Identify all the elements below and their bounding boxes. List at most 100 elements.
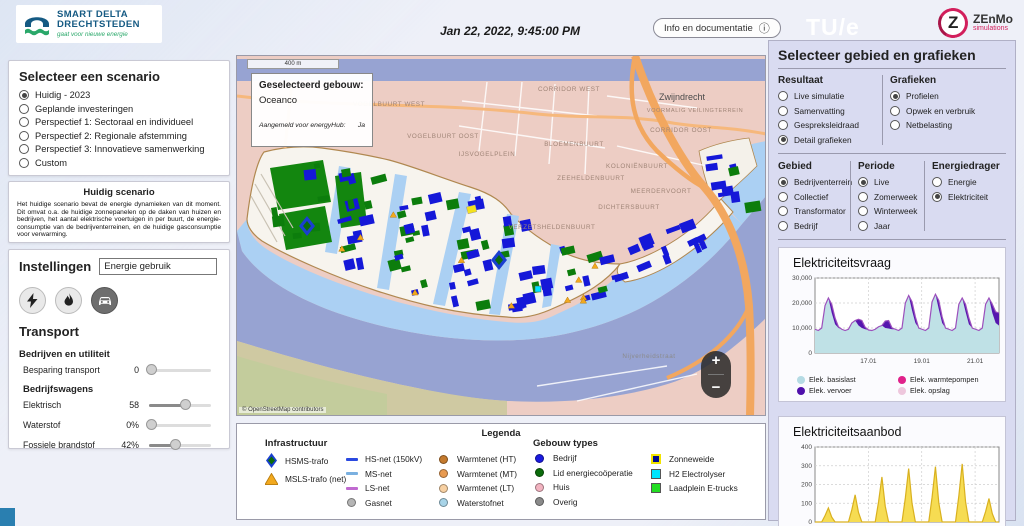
radio-bedrijf[interactable]: Bedrijf [778, 220, 844, 231]
zoom-in-button[interactable]: + [712, 353, 721, 368]
radio-label: Opwek en verbruik [906, 105, 976, 116]
radio-custom[interactable]: Custom [19, 157, 219, 168]
legend-dot-icon [797, 375, 805, 384]
radio-live[interactable]: Live [858, 177, 918, 187]
map-container[interactable]: CORRIDOR WEST CORRIDOR OOST BLOEMENBUURT… [236, 55, 766, 416]
legend-item-bedrijf: Bedrijf [533, 453, 633, 463]
map-zoom-control[interactable]: + − [701, 351, 731, 398]
radio-label: Perspectief 1: Sectoraal en individueel [35, 117, 194, 127]
radio-opwek-en-verbruik[interactable]: Opwek en verbruik [890, 105, 976, 116]
radio-icon [778, 191, 788, 202]
zenmo-name: ZEnMo [973, 12, 1013, 26]
slider-label: Elektrisch [23, 400, 62, 410]
popup-meta-value: Ja [357, 122, 365, 129]
svg-text:19.01: 19.01 [914, 358, 931, 365]
legend-item-h2-electrolyser: H2 Electrolyser [649, 468, 738, 479]
slider-value: 58 [129, 400, 139, 410]
waterstof-slider[interactable] [146, 419, 211, 431]
radio-label: Gespreksleidraad [794, 120, 860, 130]
svg-text:20,000: 20,000 [792, 300, 812, 307]
radio-perspectief-2-regionale-afstemming[interactable]: Perspectief 2: Regionale afstemming [19, 130, 219, 141]
transport-group2-label: Bedrijfswagens [23, 384, 94, 395]
slider-value: 0% [126, 420, 139, 430]
legend-item-waterstofnet: Waterstofnet [437, 498, 517, 508]
radio-label: Netbelasting [906, 120, 953, 130]
radio-detail-grafieken[interactable]: Detail grafieken [778, 134, 876, 145]
svg-text:100: 100 [801, 500, 812, 507]
radio-elektriciteit[interactable]: Elektriciteit [932, 191, 1000, 202]
periode-title: Periode [858, 161, 895, 172]
radio-label: Zomerweek [874, 191, 918, 202]
slider-thumb[interactable] [146, 364, 158, 375]
corner-decoration [0, 508, 15, 526]
radio-huidig-2023[interactable]: Huidig - 2023 [19, 90, 219, 100]
radio-gespreksleidraad[interactable]: Gespreksleidraad [778, 120, 876, 130]
circle-icon [437, 483, 450, 493]
slider-label: Waterstof [23, 420, 61, 430]
zoom-out-button[interactable]: − [712, 380, 721, 395]
svg-text:400: 400 [801, 444, 812, 451]
transport-group1-label: Bedrijven en utiliteit [19, 349, 110, 360]
circle-icon [533, 453, 546, 463]
radio-live-simulatie[interactable]: Live simulatie [778, 91, 876, 101]
square-icon [649, 468, 662, 479]
svg-text:300: 300 [801, 463, 812, 470]
radio-winterweek[interactable]: Winterweek [858, 206, 918, 216]
legend-label: Elek. basislast [809, 375, 856, 384]
transport-title: Transport [19, 324, 79, 339]
aanbod-chart-title: Elektriciteitsaanbod [793, 425, 902, 439]
dash-icon [345, 457, 358, 461]
slider-thumb[interactable] [170, 439, 182, 450]
popup-meta-label: Aangemeld voor energyHub: [259, 122, 346, 129]
radio-jaar[interactable]: Jaar [858, 220, 918, 231]
gebied-options: Bedrijventerrein Collectief Transformator B… [778, 177, 852, 231]
radio-energie[interactable]: Energie [932, 177, 1000, 187]
instellingen-input[interactable] [99, 258, 218, 275]
info-documentation-button[interactable]: Info en documentatie ⓘ [653, 18, 781, 38]
chart-legend-elek-vervoer: Elek. vervoer [797, 386, 898, 395]
radio-geplande-investeringen[interactable]: Geplande investeringen [19, 103, 219, 114]
map-label: BLOEMENBUURT [544, 141, 604, 148]
radio-collectief[interactable]: Collectief [778, 191, 844, 202]
legend-markers: HSMS-trafo MSLS-trafo (net) [265, 453, 346, 485]
legend-item-label: HS-net (150kV) [365, 454, 423, 464]
radio-profielen[interactable]: Profielen [890, 91, 975, 101]
radio-label: Live [874, 177, 890, 187]
radio-transformator[interactable]: Transformator [778, 206, 846, 216]
radio-perspectief-3-innovatieve-samenwerking[interactable]: Perspectief 3: Innovatieve samenwerking [19, 144, 219, 154]
vraag-chart-title: Elektriciteitsvraag [793, 256, 891, 270]
radio-samenvatting[interactable]: Samenvatting [778, 105, 876, 116]
heat-tab-button[interactable] [55, 287, 82, 314]
map-label: IJSVOGELPLEIN [459, 151, 516, 158]
chart-legend-elek-basislast: Elek. basislast [797, 375, 898, 384]
radio-label: Samenvatting [794, 105, 845, 116]
radio-label: Bedrijf [794, 220, 818, 231]
radio-icon [890, 120, 900, 130]
radio-perspectief-1-sectoraal-en-individueel[interactable]: Perspectief 1: Sectoraal en individueel [19, 117, 219, 127]
besparing-slider[interactable] [146, 364, 211, 376]
map-attribution[interactable]: © OpenStreetMap contributors [239, 407, 327, 413]
square-icon [649, 454, 662, 464]
legend-label: Elek. vervoer [809, 386, 852, 395]
elektrisch-slider[interactable] [149, 399, 211, 411]
legend-item-label: Warmtenet (MT) [457, 468, 518, 479]
chart-legend-elek-opslag: Elek. opslag [898, 386, 999, 395]
simulation-datetime: Jan 22, 2022, 9:45:00 PM [439, 24, 581, 38]
radio-label: Collectief [794, 191, 829, 202]
fossiel-slider[interactable] [149, 439, 211, 451]
slider-thumb[interactable] [146, 419, 158, 430]
slider-thumb[interactable] [179, 399, 191, 410]
radio-netbelasting[interactable]: Netbelasting [890, 120, 975, 130]
legend-nets: HS-net (150kV) MS-net LS-net Gasnet [345, 454, 422, 508]
slider-label: Besparing transport [23, 365, 100, 375]
transport-tab-button[interactable] [91, 287, 118, 314]
app-logo: SMART DELTA DRECHTSTEDEN gaat voor nieuw… [16, 5, 162, 43]
radio-bedrijventerrein[interactable]: Bedrijventerrein [778, 177, 852, 187]
legend-item-overig: Overig [533, 497, 633, 507]
legend-dot-icon [898, 386, 906, 395]
map-label: DICHTERSBUURT [598, 204, 660, 211]
electricity-tab-button[interactable] [19, 287, 46, 314]
legend-item-label: Warmtenet (HT) [457, 454, 517, 464]
radio-zomerweek[interactable]: Zomerweek [858, 191, 918, 202]
radio-icon [19, 157, 29, 168]
